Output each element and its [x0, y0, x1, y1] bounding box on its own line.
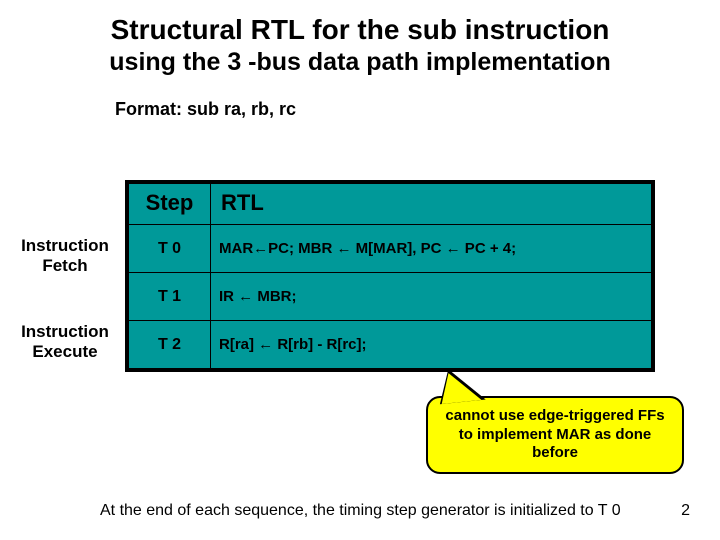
slide: Structural RTL for the sub instruction u…	[0, 0, 720, 540]
label-instruction-fetch: Instruction Fetch	[10, 236, 120, 277]
cell-rtl: IR ← MBR;	[211, 273, 652, 321]
table-row: T 2 R[ra] ← R[rb] - R[rc];	[129, 321, 652, 369]
page-number: 2	[681, 502, 690, 520]
footer: At the end of each sequence, the timing …	[0, 502, 720, 520]
label-instruction-execute: Instruction Execute	[10, 322, 120, 363]
callout: cannot use edge-triggered FFs to impleme…	[426, 374, 684, 474]
rtl-table: Step RTL T 0 MAR←PC; MBR ← M[MAR], PC ← …	[125, 180, 655, 372]
table-row: T 1 IR ← MBR;	[129, 273, 652, 321]
cell-rtl: MAR←PC; MBR ← M[MAR], PC ← PC + 4;	[211, 225, 652, 273]
table-row: T 0 MAR←PC; MBR ← M[MAR], PC ← PC + 4;	[129, 225, 652, 273]
table-header-row: Step RTL	[129, 184, 652, 225]
cell-rtl: R[ra] ← R[rb] - R[rc];	[211, 321, 652, 369]
footer-text: At the end of each sequence, the timing …	[100, 502, 621, 520]
col-header-rtl: RTL	[211, 184, 652, 225]
slide-title: Structural RTL for the sub instruction	[0, 14, 720, 46]
cell-step: T 2	[129, 321, 211, 369]
slide-subtitle: using the 3 -bus data path implementatio…	[0, 48, 720, 77]
cell-step: T 0	[129, 225, 211, 273]
cell-step: T 1	[129, 273, 211, 321]
col-header-step: Step	[129, 184, 211, 225]
callout-tail	[439, 370, 482, 404]
format-line: Format: sub ra, rb, rc	[115, 99, 720, 120]
callout-bubble: cannot use edge-triggered FFs to impleme…	[426, 396, 684, 474]
